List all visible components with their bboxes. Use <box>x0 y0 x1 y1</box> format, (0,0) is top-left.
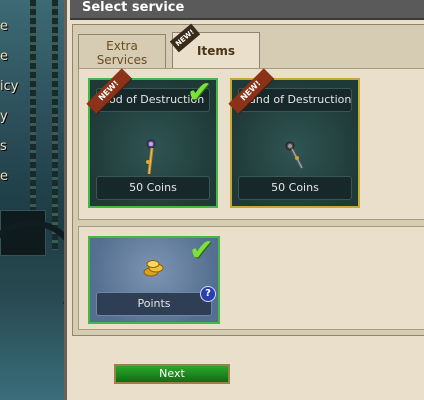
chain-decoration <box>52 0 58 250</box>
bg-menu-fragment: icy <box>0 79 19 94</box>
help-icon[interactable]: ? <box>200 286 216 302</box>
points-label: Points <box>96 292 212 316</box>
tab-label: Items <box>197 44 235 58</box>
item-card-rod[interactable]: Rod of Destruction NEW! ✔ 50 Coins <box>86 68 218 208</box>
points-card[interactable]: ✔ Points ? <box>88 236 220 324</box>
selected-check-icon: ✔ <box>186 75 212 110</box>
tab-extra-services[interactable]: Extra Services <box>78 34 166 68</box>
dialog-title: Select service <box>82 0 185 15</box>
rod-icon <box>146 139 156 175</box>
bg-menu-fragment: e <box>0 19 8 34</box>
tab-label: Extra Services <box>96 39 148 67</box>
bg-menu-fragment: e <box>0 49 8 64</box>
next-button[interactable]: Next <box>114 364 230 384</box>
bg-menu-fragment: s <box>0 139 7 154</box>
bg-menu-fragment: y <box>0 109 8 124</box>
item-price: 50 Coins <box>96 176 210 200</box>
item-price: 50 Coins <box>238 176 352 200</box>
selected-check-icon: ✔ <box>188 233 214 268</box>
item-card-wand[interactable]: Wand of Destruction NEW! 50 Coins <box>228 68 360 208</box>
swirl-decoration <box>0 220 70 322</box>
tab-items[interactable]: NEW! Items <box>169 23 260 69</box>
bg-menu-fragment: e <box>0 169 8 184</box>
background-art: e e icy y s e <box>0 0 70 400</box>
wand-icon <box>285 141 304 169</box>
coins-icon <box>143 260 164 277</box>
dialog-titlebar: Select service <box>70 0 424 20</box>
